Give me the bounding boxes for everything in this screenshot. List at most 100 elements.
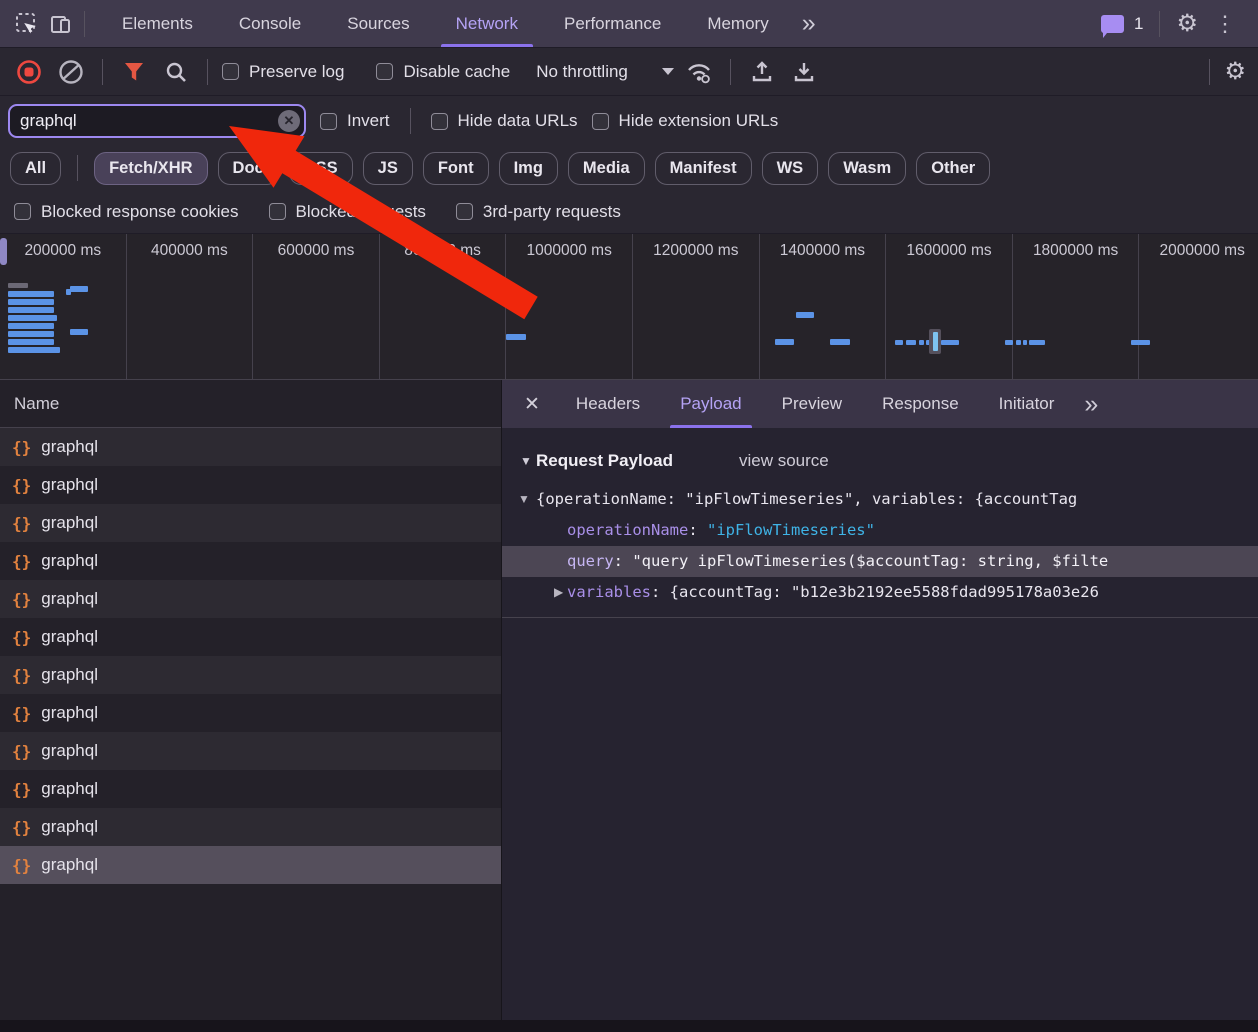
filter-chip-all[interactable]: All [10, 152, 61, 185]
filter-chip-img[interactable]: Img [499, 152, 558, 185]
request-row[interactable]: {}graphql [0, 732, 501, 770]
filter-chip-js[interactable]: JS [363, 152, 413, 185]
filter-chip-wasm[interactable]: Wasm [828, 152, 906, 185]
timeline-request-bar[interactable] [8, 283, 28, 288]
request-row[interactable]: {}graphql [0, 542, 501, 580]
issues-count[interactable]: 1 [1134, 14, 1143, 34]
request-row[interactable]: {}graphql [0, 694, 501, 732]
more-tabs-icon[interactable]: » [792, 11, 826, 36]
export-har-icon[interactable] [787, 55, 821, 89]
blocked-response-cookies-checkbox[interactable]: Blocked response cookies [14, 202, 239, 222]
timeline-request-bar[interactable] [775, 339, 794, 345]
timeline-request-bar[interactable] [941, 340, 959, 345]
timeline-request-bar[interactable] [1029, 340, 1045, 345]
tree-collapsed-icon[interactable]: ▶ [554, 577, 563, 608]
tree-expanded-icon[interactable]: ▼ [518, 484, 530, 515]
request-row[interactable]: {}graphql [0, 504, 501, 542]
request-row[interactable]: {}graphql [0, 466, 501, 504]
timeline-request-bar[interactable] [919, 340, 924, 345]
hide-data-urls-checkbox[interactable]: Hide data URLs [431, 111, 578, 131]
timeline-request-bar[interactable] [8, 307, 54, 313]
timeline-request-bar[interactable] [830, 339, 850, 345]
clear-network-log-icon[interactable] [54, 55, 88, 89]
request-row[interactable]: {}graphql [0, 846, 501, 884]
checkbox-box[interactable] [269, 203, 286, 220]
request-row[interactable]: {}graphql [0, 656, 501, 694]
payload-line[interactable]: ▶variables: {accountTag: "b12e3b2192ee55… [502, 577, 1258, 608]
request-row[interactable]: {}graphql [0, 770, 501, 808]
section-expanded-icon[interactable]: ▼ [520, 454, 536, 468]
tab-network[interactable]: Network [433, 0, 541, 47]
checkbox-box[interactable] [456, 203, 473, 220]
3rd-party-requests-checkbox[interactable]: 3rd-party requests [456, 202, 621, 222]
request-row[interactable]: {}graphql [0, 808, 501, 846]
filter-chip-css[interactable]: CSS [289, 152, 353, 185]
network-conditions-icon[interactable] [682, 55, 716, 89]
network-overview-timeline[interactable]: 200000 ms400000 ms600000 ms800000 ms1000… [0, 234, 1258, 380]
hide-extension-urls-checkbox[interactable]: Hide extension URLs [592, 111, 779, 131]
invert-checkbox[interactable]: Invert [320, 111, 390, 131]
view-source-link[interactable]: view source [739, 451, 829, 471]
timeline-request-bar[interactable] [0, 238, 7, 265]
tab-console[interactable]: Console [216, 0, 324, 47]
filter-funnel-icon[interactable] [117, 55, 151, 89]
checkbox-box[interactable] [376, 63, 393, 80]
inspect-element-icon[interactable] [10, 7, 44, 41]
tab-sources[interactable]: Sources [324, 0, 432, 47]
timeline-request-bar[interactable] [8, 331, 54, 337]
filter-chip-ws[interactable]: WS [762, 152, 819, 185]
request-row[interactable]: {}graphql [0, 580, 501, 618]
device-toolbar-icon[interactable] [44, 7, 78, 41]
timeline-request-bar[interactable] [8, 291, 54, 297]
settings-gear-icon[interactable]: ⚙ [1176, 12, 1198, 36]
timeline-request-bar[interactable] [1023, 340, 1027, 345]
filter-chip-font[interactable]: Font [423, 152, 489, 185]
timeline-request-bar[interactable] [70, 286, 88, 292]
disable-cache-checkbox[interactable]: Disable cache [376, 62, 510, 82]
checkbox-box[interactable] [14, 203, 31, 220]
payload-line[interactable]: query: "query ipFlowTimeseries($accountT… [502, 546, 1258, 577]
details-tab-payload[interactable]: Payload [660, 380, 761, 428]
tab-memory[interactable]: Memory [684, 0, 791, 47]
timeline-request-bar[interactable] [906, 340, 916, 345]
clear-filter-icon[interactable]: ✕ [278, 110, 300, 132]
checkbox-box[interactable] [431, 113, 448, 130]
filter-chip-fetch-xhr[interactable]: Fetch/XHR [94, 152, 207, 185]
search-icon[interactable] [159, 55, 193, 89]
issues-bubble-icon[interactable] [1101, 15, 1124, 33]
checkbox-box[interactable] [592, 113, 609, 130]
filter-chip-manifest[interactable]: Manifest [655, 152, 752, 185]
timeline-request-bar[interactable] [1005, 340, 1013, 345]
payload-line[interactable]: ▼{operationName: "ipFlowTimeseries", var… [502, 484, 1258, 515]
filter-chip-other[interactable]: Other [916, 152, 990, 185]
filter-chip-doc[interactable]: Doc [218, 152, 279, 185]
details-tab-initiator[interactable]: Initiator [979, 380, 1075, 428]
tab-performance[interactable]: Performance [541, 0, 684, 47]
request-row[interactable]: {}graphql [0, 618, 501, 656]
payload-line[interactable]: operationName: "ipFlowTimeseries" [502, 515, 1258, 546]
close-details-icon[interactable]: ✕ [508, 393, 556, 416]
checkbox-box[interactable] [222, 63, 239, 80]
timeline-request-bar[interactable] [506, 334, 526, 340]
more-details-tabs-icon[interactable]: » [1074, 392, 1108, 417]
timeline-request-bar[interactable] [8, 315, 57, 321]
tab-elements[interactable]: Elements [99, 0, 216, 47]
timeline-request-bar[interactable] [933, 332, 938, 351]
timeline-request-bar[interactable] [796, 312, 814, 318]
timeline-request-bar[interactable] [8, 323, 54, 329]
record-network-log-icon[interactable] [12, 55, 46, 89]
filter-input[interactable] [8, 104, 306, 138]
request-row[interactable]: {}graphql [0, 428, 501, 466]
import-har-icon[interactable] [745, 55, 779, 89]
timeline-request-bar[interactable] [1016, 340, 1021, 345]
blocked-requests-checkbox[interactable]: Blocked requests [269, 202, 426, 222]
details-tab-headers[interactable]: Headers [556, 380, 660, 428]
requests-column-header[interactable]: Name [0, 380, 501, 428]
filter-chip-media[interactable]: Media [568, 152, 645, 185]
checkbox-box[interactable] [320, 113, 337, 130]
network-settings-gear-icon[interactable]: ⚙ [1224, 60, 1246, 84]
preserve-log-checkbox[interactable]: Preserve log [222, 62, 344, 82]
kebab-menu-icon[interactable]: ⋮ [1208, 13, 1242, 35]
timeline-request-bar[interactable] [895, 340, 903, 345]
timeline-request-bar[interactable] [8, 347, 60, 353]
